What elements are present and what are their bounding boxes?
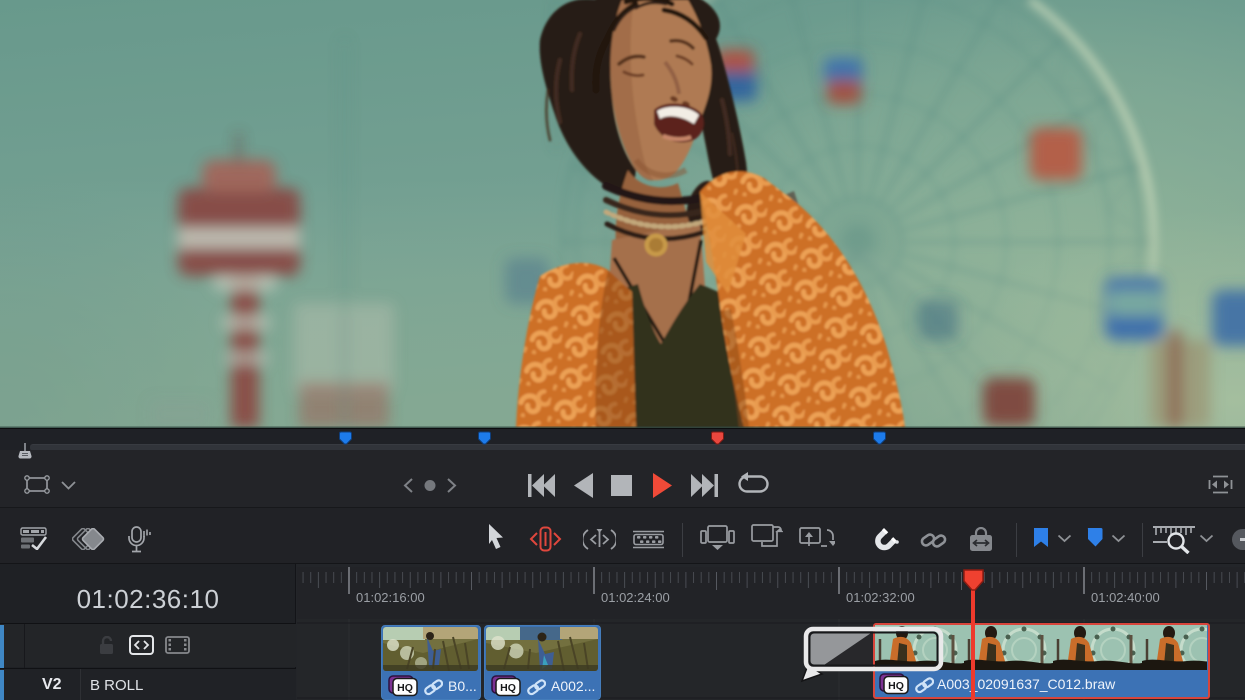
svg-text:HQ: HQ: [500, 682, 516, 694]
svg-text:HQ: HQ: [397, 682, 413, 694]
